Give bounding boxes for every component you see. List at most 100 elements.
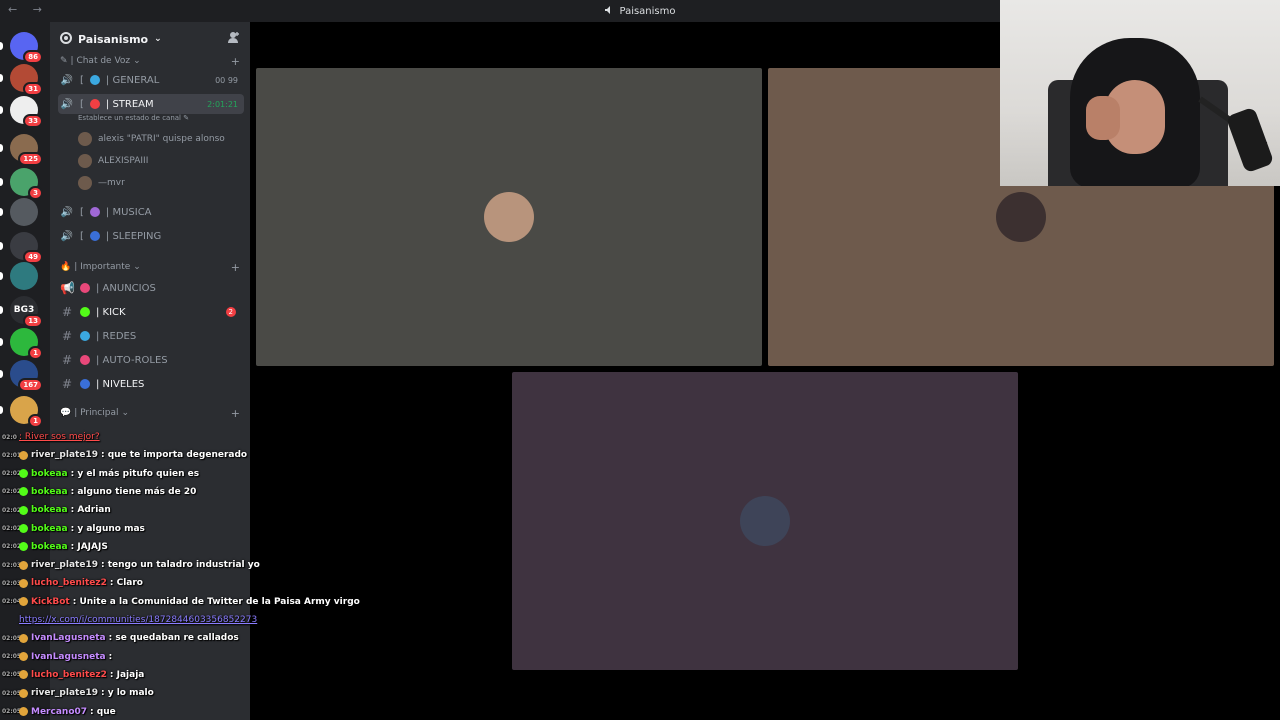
chat-username: bokeaa bbox=[31, 541, 68, 552]
user-badge-icon bbox=[19, 670, 28, 680]
chat-username: river_plate19 bbox=[31, 450, 98, 461]
pencil-icon: ✎ bbox=[60, 56, 68, 66]
server-icon[interactable]: BG3 13 bbox=[0, 296, 43, 328]
server-icon[interactable]: 31 bbox=[0, 64, 43, 96]
avatar bbox=[78, 176, 92, 190]
unread-badge: 3 bbox=[28, 186, 43, 200]
chat-text: : River sos mejor? bbox=[19, 432, 100, 442]
server-icon[interactable]: 125 bbox=[0, 134, 43, 166]
channel-emoji-icon bbox=[80, 331, 90, 341]
chat-username: bokeaa bbox=[31, 468, 68, 479]
user-badge-icon bbox=[19, 524, 28, 533]
chat-text: : se quedaban re callados bbox=[108, 633, 239, 644]
nav-arrows[interactable]: ← → bbox=[8, 3, 48, 16]
guild-header[interactable]: Paisanismo ⌄ bbox=[50, 22, 250, 56]
chat-message: 02:05 IvanLagusneta: se quedaban re calla… bbox=[2, 633, 239, 644]
user-badge-icon bbox=[19, 597, 28, 607]
channel-emoji-icon bbox=[80, 379, 90, 389]
channel-emoji-icon bbox=[80, 307, 90, 317]
text-channel[interactable]: # | AUTO-ROLES bbox=[58, 350, 244, 370]
chat-message: 02:03 lucho_benitez2: Claro bbox=[2, 578, 143, 589]
chat-text: : y lo malo bbox=[100, 688, 154, 699]
channel-emoji-icon bbox=[89, 75, 100, 85]
channel-emoji-icon bbox=[89, 99, 100, 109]
video-tile-3[interactable] bbox=[512, 372, 1018, 670]
chat-username: KickBot bbox=[31, 596, 70, 607]
user-badge-icon bbox=[19, 542, 28, 552]
voice-channel[interactable]: 🔊[| MUSICA bbox=[58, 202, 244, 222]
server-icon[interactable]: 49 bbox=[0, 232, 43, 264]
add-channel-icon[interactable]: + bbox=[231, 55, 240, 68]
add-member-icon[interactable] bbox=[227, 31, 240, 47]
hash-icon: # bbox=[61, 305, 73, 319]
chat-message: 02:05 river_plate19: y lo malo bbox=[2, 688, 154, 699]
microphone bbox=[1225, 106, 1275, 174]
text-channel[interactable]: 📢 | ANUNCIOS bbox=[58, 278, 244, 298]
user-badge-icon bbox=[19, 469, 28, 479]
chat-username: bokeaa bbox=[31, 486, 68, 497]
server-icon[interactable]: 86 bbox=[0, 32, 43, 64]
channel-status[interactable]: Establece un estado de canal ✎ bbox=[78, 114, 189, 122]
text-channel[interactable]: # | KICK 2 bbox=[58, 302, 244, 322]
server-icon[interactable] bbox=[0, 198, 38, 226]
chat-message: 02:05 lucho_benitez2: Jajaja bbox=[2, 669, 145, 680]
voice-user[interactable]: alexis "PATRI" quispe alonso bbox=[78, 130, 225, 148]
video-tile-1[interactable] bbox=[256, 68, 762, 366]
chat-message: 02:02 bokeaa: y el más pitufo quien es bbox=[2, 468, 200, 479]
server-icon[interactable]: 1 bbox=[0, 396, 43, 428]
chat-text: : alguno tiene más de 20 bbox=[70, 486, 197, 497]
category-voice[interactable]: ✎ | Chat de Voz ⌄ + bbox=[60, 55, 240, 68]
voice-channel[interactable]: 🔊[| GENERAL 00 99 bbox=[58, 70, 244, 90]
server-icon[interactable]: 33 bbox=[0, 96, 43, 128]
chat-text: https://x.com/i/communities/187284460335… bbox=[19, 615, 258, 625]
chat-message: 02:0: River sos mejor? bbox=[2, 432, 100, 442]
text-channel[interactable]: # | REDES bbox=[58, 326, 244, 346]
chat-text: : y el más pitufo quien es bbox=[70, 468, 200, 479]
unread-badge: 33 bbox=[23, 114, 43, 128]
add-channel-icon[interactable]: + bbox=[231, 261, 240, 274]
speaker-icon: 🔊 bbox=[60, 98, 74, 110]
user-badge-icon bbox=[19, 633, 28, 643]
add-channel-icon[interactable]: + bbox=[231, 407, 240, 420]
chat-text: : bbox=[108, 651, 113, 662]
category-main[interactable]: 💬 | Principal ⌄ + bbox=[60, 407, 240, 420]
user-badge-icon bbox=[19, 688, 28, 698]
hash-icon: # bbox=[61, 353, 73, 367]
chat-username: lucho_benitez2 bbox=[31, 669, 107, 680]
user-badge-icon bbox=[19, 505, 28, 515]
fire-icon: 🔥 bbox=[60, 262, 72, 272]
pencil-icon: ✎ bbox=[183, 114, 190, 122]
chat-message: 02:04 KickBot: Unite a la Comunidad de Tw… bbox=[2, 596, 360, 607]
voice-channel[interactable]: 🔊[| STREAM 2:01:21 bbox=[58, 94, 244, 114]
speaker-icon: 🔊 bbox=[60, 230, 74, 242]
server-icon[interactable]: 1 bbox=[0, 328, 43, 360]
chat-username: Mercano07 bbox=[31, 706, 88, 717]
hash-icon: # bbox=[61, 329, 73, 343]
chat-message: 02:02 bokeaa: alguno tiene más de 20 bbox=[2, 486, 197, 497]
chat-message: 02:02 bokeaa: Adrian bbox=[2, 505, 111, 516]
category-important[interactable]: 🔥 | Importante ⌄ + bbox=[60, 261, 240, 274]
chat-message: https://x.com/i/communities/187284460335… bbox=[2, 611, 257, 629]
unread-badge: 1 bbox=[28, 414, 43, 428]
chat-username: lucho_benitez2 bbox=[31, 578, 107, 589]
avatar bbox=[740, 496, 790, 546]
server-icon[interactable]: 167 bbox=[0, 360, 43, 392]
voice-user[interactable]: ALEXISPAIII bbox=[78, 152, 148, 170]
stream-chat-overlay: 02:0: River sos mejor? 02:01 river_plate19… bbox=[0, 430, 360, 720]
chevron-down-icon: ⌄ bbox=[133, 56, 141, 66]
chat-text: : tengo un taladro industrial yo bbox=[100, 560, 260, 571]
channel-emoji-icon bbox=[89, 207, 100, 217]
chat-message: 02:05 Mercano07: que bbox=[2, 706, 116, 717]
chat-text: : Unite a la Comunidad de Twitter de la … bbox=[72, 596, 360, 607]
chat-username: IvanLagusneta bbox=[31, 633, 106, 644]
avatar bbox=[78, 154, 92, 168]
chat-username: river_plate19 bbox=[31, 560, 98, 571]
text-channel[interactable]: # | NIVELES bbox=[58, 374, 244, 394]
guild-name: Paisanismo bbox=[78, 32, 149, 46]
server-icon[interactable]: 3 bbox=[0, 168, 43, 200]
voice-channel[interactable]: 🔊[| SLEEPING bbox=[58, 226, 244, 246]
server-icon[interactable] bbox=[0, 262, 38, 290]
voice-user[interactable]: —mvr bbox=[78, 174, 125, 192]
guild-icon bbox=[60, 31, 72, 47]
avatar bbox=[78, 132, 92, 146]
